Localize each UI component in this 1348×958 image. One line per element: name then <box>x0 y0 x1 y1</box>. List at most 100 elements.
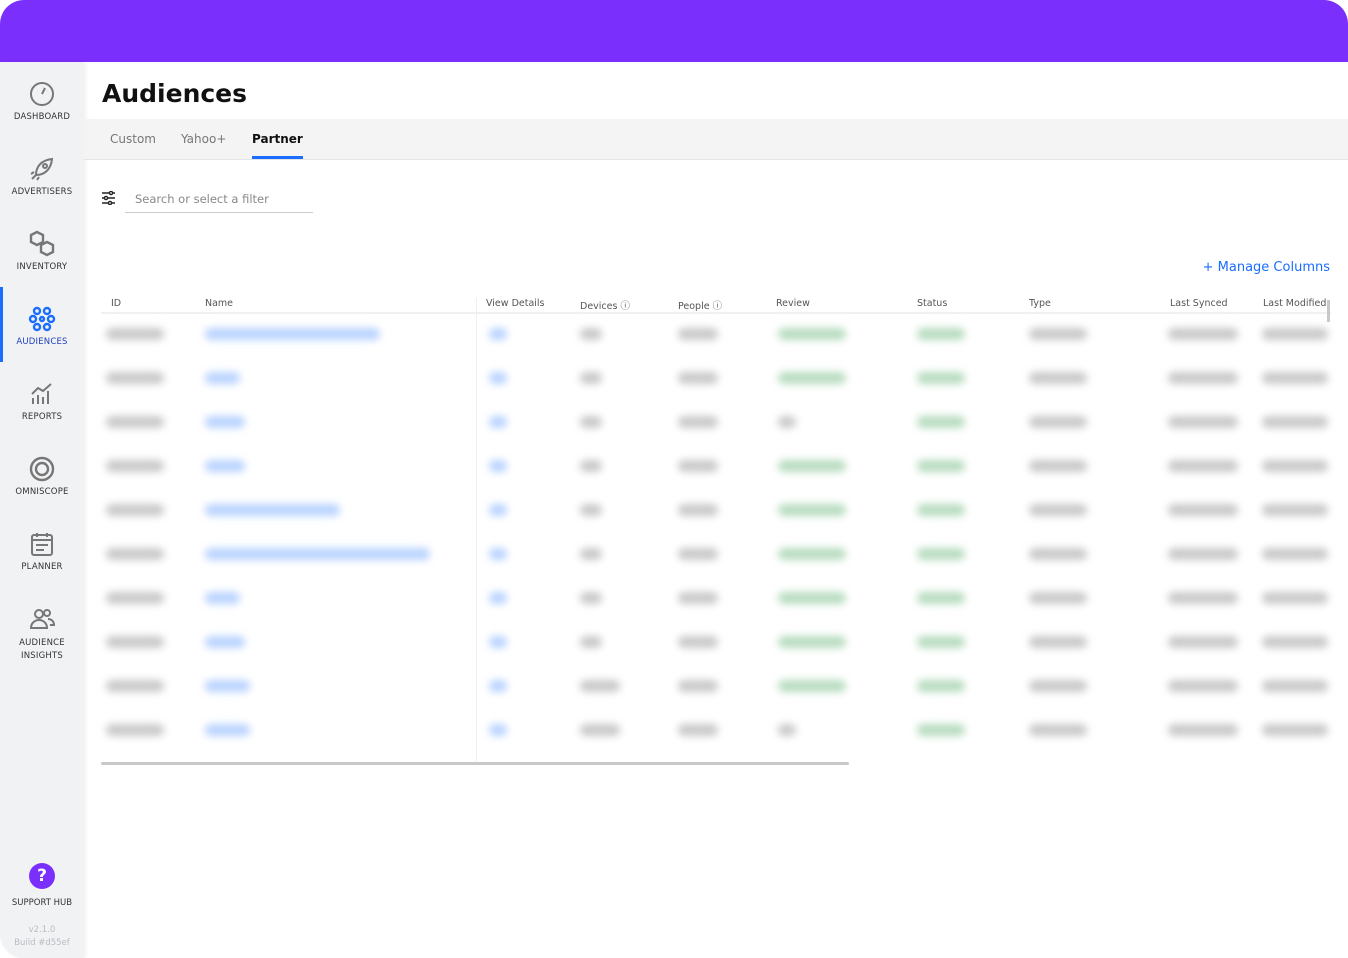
tab-partner[interactable]: Partner <box>252 132 303 159</box>
column-header-type[interactable]: Type <box>1029 298 1051 309</box>
blurred-cell <box>489 504 507 516</box>
blurred-cell <box>1168 328 1238 340</box>
sidebar-item-label: DASHBOARD <box>13 112 71 122</box>
support-hub-button[interactable]: ? SUPPORT HUB <box>0 860 84 908</box>
manage-columns-button[interactable]: + Manage Columns <box>1203 260 1330 275</box>
build-text: Build #d55ef <box>14 938 70 948</box>
blurred-cell <box>778 636 846 648</box>
blurred-cell <box>580 548 602 560</box>
column-header-devices[interactable]: Devices ⓘ <box>580 298 630 312</box>
blurred-cell <box>580 328 602 340</box>
sidebar-item-omniscope[interactable]: OMNISCOPE <box>0 437 84 512</box>
column-header-status[interactable]: Status <box>917 298 947 309</box>
cubes-icon <box>29 230 55 257</box>
blurred-cell <box>1168 636 1238 648</box>
blurred-cell <box>580 504 602 516</box>
ring-icon <box>29 456 55 482</box>
sidebar-item-reports[interactable]: REPORTS <box>0 362 84 437</box>
blurred-cell <box>489 548 507 560</box>
blurred-cell <box>205 724 250 736</box>
blurred-cell <box>1029 548 1087 560</box>
filter-sliders-icon[interactable] <box>101 191 116 205</box>
blurred-cell <box>778 680 846 692</box>
blurred-cell <box>678 416 718 428</box>
blurred-cell <box>1262 328 1328 340</box>
blurred-cell <box>106 636 164 648</box>
blurred-cell <box>205 592 240 604</box>
column-header-review[interactable]: Review <box>776 298 810 309</box>
sidebar-item-audience-insights[interactable]: AUDIENCE INSIGHTS <box>0 587 84 662</box>
blurred-cell <box>205 680 250 692</box>
blurred-cell <box>1029 724 1087 736</box>
sidebar-item-label: PLANNER <box>21 562 63 572</box>
blurred-cell <box>580 680 620 692</box>
blurred-cell <box>1168 372 1238 384</box>
column-header-last-synced[interactable]: Last Synced <box>1170 298 1228 309</box>
column-header-last-modified[interactable]: Last Modified <box>1263 298 1326 309</box>
blurred-cell <box>1262 504 1328 516</box>
sidebar-item-audiences[interactable]: AUDIENCES <box>0 287 84 362</box>
column-header-people[interactable]: People ⓘ <box>678 298 722 312</box>
gauge-icon <box>30 82 54 106</box>
column-header-name[interactable]: Name <box>205 298 233 309</box>
blurred-cell <box>580 460 602 472</box>
blurred-cell <box>1262 548 1328 560</box>
tab-yahoo-plus[interactable]: Yahoo+ <box>181 132 226 146</box>
sidebar: DASHBOARD ADVERTISERS INVENTORY AUDIENCE… <box>0 62 84 958</box>
version-text: v2.1.0 <box>28 925 56 935</box>
blurred-cell <box>917 372 965 384</box>
support-hub-label: SUPPORT HUB <box>11 898 73 908</box>
blurred-cell <box>106 548 164 560</box>
blurred-cell <box>778 328 846 340</box>
sidebar-item-label: OMNISCOPE <box>15 487 69 497</box>
blurred-cell <box>917 592 965 604</box>
tab-bar: Custom Yahoo+ Partner <box>84 119 1348 160</box>
sidebar-item-advertisers[interactable]: ADVERTISERS <box>0 137 84 212</box>
blurred-cell <box>1029 328 1087 340</box>
sidebar-item-label: ADVERTISERS <box>11 187 73 197</box>
vertical-scrollbar[interactable] <box>1327 300 1330 322</box>
blurred-cell <box>1262 680 1328 692</box>
blurred-cell <box>580 416 602 428</box>
blurred-cell <box>1168 724 1238 736</box>
people-icon <box>29 609 56 629</box>
sidebar-item-inventory[interactable]: INVENTORY <box>0 212 84 287</box>
blurred-cell <box>917 636 965 648</box>
blurred-cell <box>917 548 965 560</box>
blurred-cell <box>1029 460 1087 472</box>
calendar-icon <box>31 533 53 556</box>
version-info: v2.1.0 Build #d55ef <box>0 924 84 950</box>
blurred-cell <box>1262 460 1328 472</box>
blurred-cell <box>580 592 602 604</box>
blurred-cell <box>778 416 796 428</box>
blurred-cell <box>205 328 380 340</box>
search-input[interactable] <box>125 186 313 213</box>
blurred-cell <box>106 592 164 604</box>
blurred-cell <box>778 548 846 560</box>
blurred-cell <box>678 548 718 560</box>
tab-custom[interactable]: Custom <box>110 132 156 146</box>
blurred-cell <box>106 328 164 340</box>
blurred-cell <box>678 636 718 648</box>
blurred-cell <box>1262 592 1328 604</box>
blurred-cell <box>106 504 164 516</box>
blurred-cell <box>678 592 718 604</box>
blurred-cell <box>917 724 965 736</box>
blurred-cell <box>205 548 430 560</box>
blurred-cell <box>1168 460 1238 472</box>
blurred-cell <box>106 372 164 384</box>
page-title: Audiences <box>102 79 248 108</box>
help-icon: ? <box>29 863 55 889</box>
sidebar-item-dashboard[interactable]: DASHBOARD <box>0 62 84 137</box>
sidebar-item-planner[interactable]: PLANNER <box>0 512 84 587</box>
blurred-cell <box>1262 724 1328 736</box>
blurred-cell <box>778 504 846 516</box>
sidebar-item-label: AUDIENCES <box>16 337 68 347</box>
column-header-view-details[interactable]: View Details <box>486 298 545 309</box>
header-divider <box>101 312 1331 314</box>
column-divider <box>476 298 477 763</box>
sidebar-item-label: REPORTS <box>21 412 63 422</box>
column-header-id[interactable]: ID <box>111 298 121 309</box>
blurred-cell <box>678 460 718 472</box>
horizontal-scrollbar[interactable] <box>101 762 849 765</box>
